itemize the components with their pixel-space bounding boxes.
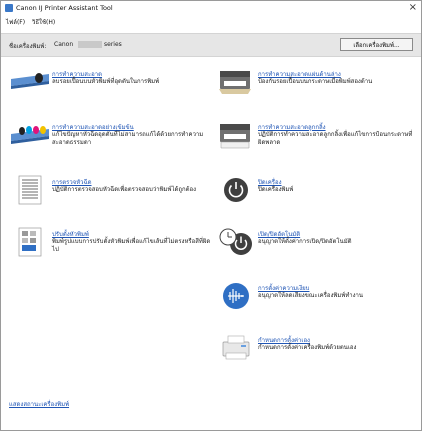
power-off-desc: ปิดเครื่องพิมพ์	[258, 186, 294, 193]
deep-cleaning-icon	[11, 126, 49, 144]
nozzle-check-icon	[18, 175, 42, 205]
roller-cleaning-icon	[220, 124, 250, 149]
printer-model-redacted	[78, 41, 102, 48]
app-icon	[5, 4, 13, 12]
power-off-icon	[224, 178, 248, 202]
bottom-plate-cleaning-desc: ป้องกันรอยเปื้อนบนกระดาษเมื่อพิมพ์สองด้า…	[258, 78, 373, 85]
custom-settings-item: กำหนดการตั้งค่าเอง กำหนดการตั้งค่าเครื่อ…	[215, 333, 415, 369]
cleaning-desc: ลบรอยเปื้อนบนหัวพิมพ์ที่อุดตันในการพิมพ์	[52, 78, 160, 85]
printer-label: ชื่อเครื่องพิมพ์:	[9, 43, 47, 50]
bottom-plate-cleaning-item: การทำความสะอาดแผ่นด้านล่าง ป้องกันรอยเปื…	[215, 67, 415, 103]
menu-help[interactable]: วิธีใช้(H)	[32, 17, 55, 27]
deep-cleaning-item: การทำความสะอาดอย่างเข้มข้น แก้ไขปัญหาหัว…	[9, 120, 209, 156]
roller-cleaning-desc: ปฏิบัติการทำความสะอาดลูกกลิ้งเพื่อแก้ไขก…	[258, 131, 413, 146]
nozzle-check-desc: ปฏิบัติการตรวจสอบหัวฉีดเพื่อตรวจสอบว่าพิ…	[52, 186, 197, 193]
select-printer-button[interactable]: เลือกเครื่องพิมพ์...	[340, 38, 413, 51]
roller-cleaning-item: การทำความสะอาดลูกกลิ้ง ปฏิบัติการทำความส…	[215, 120, 415, 156]
cleaning-item: การทำความสะอาด ลบรอยเปื้อนบนหัวพิมพ์ที่อ…	[9, 67, 209, 103]
auto-power-item: เปิด/ปิดอัตโนมัติ อนุญาตให้ตั้งค่าการเปิ…	[215, 227, 415, 263]
bottom-plate-cleaning-icon	[219, 71, 251, 94]
close-icon[interactable]: ×	[409, 2, 417, 14]
view-printer-status-link[interactable]: แสดงสถานะเครื่องพิมพ์	[9, 399, 69, 409]
menu-file[interactable]: ไฟล์(F)	[6, 17, 25, 27]
app-window: Canon IJ Printer Assistant Tool × ไฟล์(F…	[0, 0, 422, 431]
print-head-cleaning-icon	[11, 73, 49, 89]
alignment-desc: พิมพ์รูปแบบการปรับตั้งหัวพิมพ์เพื่อแก้ไข…	[52, 238, 211, 253]
auto-power-desc: อนุญาตให้ตั้งค่าการเปิด/ปิดอัตโนมัติ	[258, 238, 352, 245]
alignment-item: ปรับตั้งหัวพิมพ์ พิมพ์รูปแบบการปรับตั้งห…	[9, 227, 210, 263]
printer-series: series	[104, 41, 122, 48]
print-head-alignment-icon	[18, 227, 42, 257]
quiet-setting-desc: อนุญาตให้ลดเสียงขณะเครื่องพิมพ์ทำงาน	[258, 292, 363, 299]
menu-bar: ไฟล์(F) วิธีใช้(H)	[1, 15, 421, 27]
auto-power-icon	[219, 228, 252, 255]
custom-settings-icon	[222, 335, 250, 360]
power-off-item: ปิดเครื่อง ปิดเครื่องพิมพ์	[215, 175, 415, 211]
title-bar: Canon IJ Printer Assistant Tool ×	[1, 1, 421, 15]
printer-name: Canon	[54, 41, 74, 48]
deep-cleaning-desc: แก้ไขปัญหาหัวฉีดอุดตันที่ไม่สามารถแก้ได้…	[52, 131, 204, 146]
custom-settings-desc: กำหนดการตั้งค่าเครื่องพิมพ์ด้วยตนเอง	[258, 344, 357, 351]
quiet-setting-item: การตั้งค่าความเงียบ อนุญาตให้ลดเสียงขณะเ…	[215, 281, 415, 317]
quiet-setting-icon	[223, 283, 249, 309]
printer-bar: ชื่อเครื่องพิมพ์: Canon series เลือกเครื…	[1, 33, 421, 57]
window-title: Canon IJ Printer Assistant Tool	[16, 4, 113, 12]
nozzle-check-item: การตรวจหัวฉีด ปฏิบัติการตรวจสอบหัวฉีดเพื…	[9, 175, 209, 211]
